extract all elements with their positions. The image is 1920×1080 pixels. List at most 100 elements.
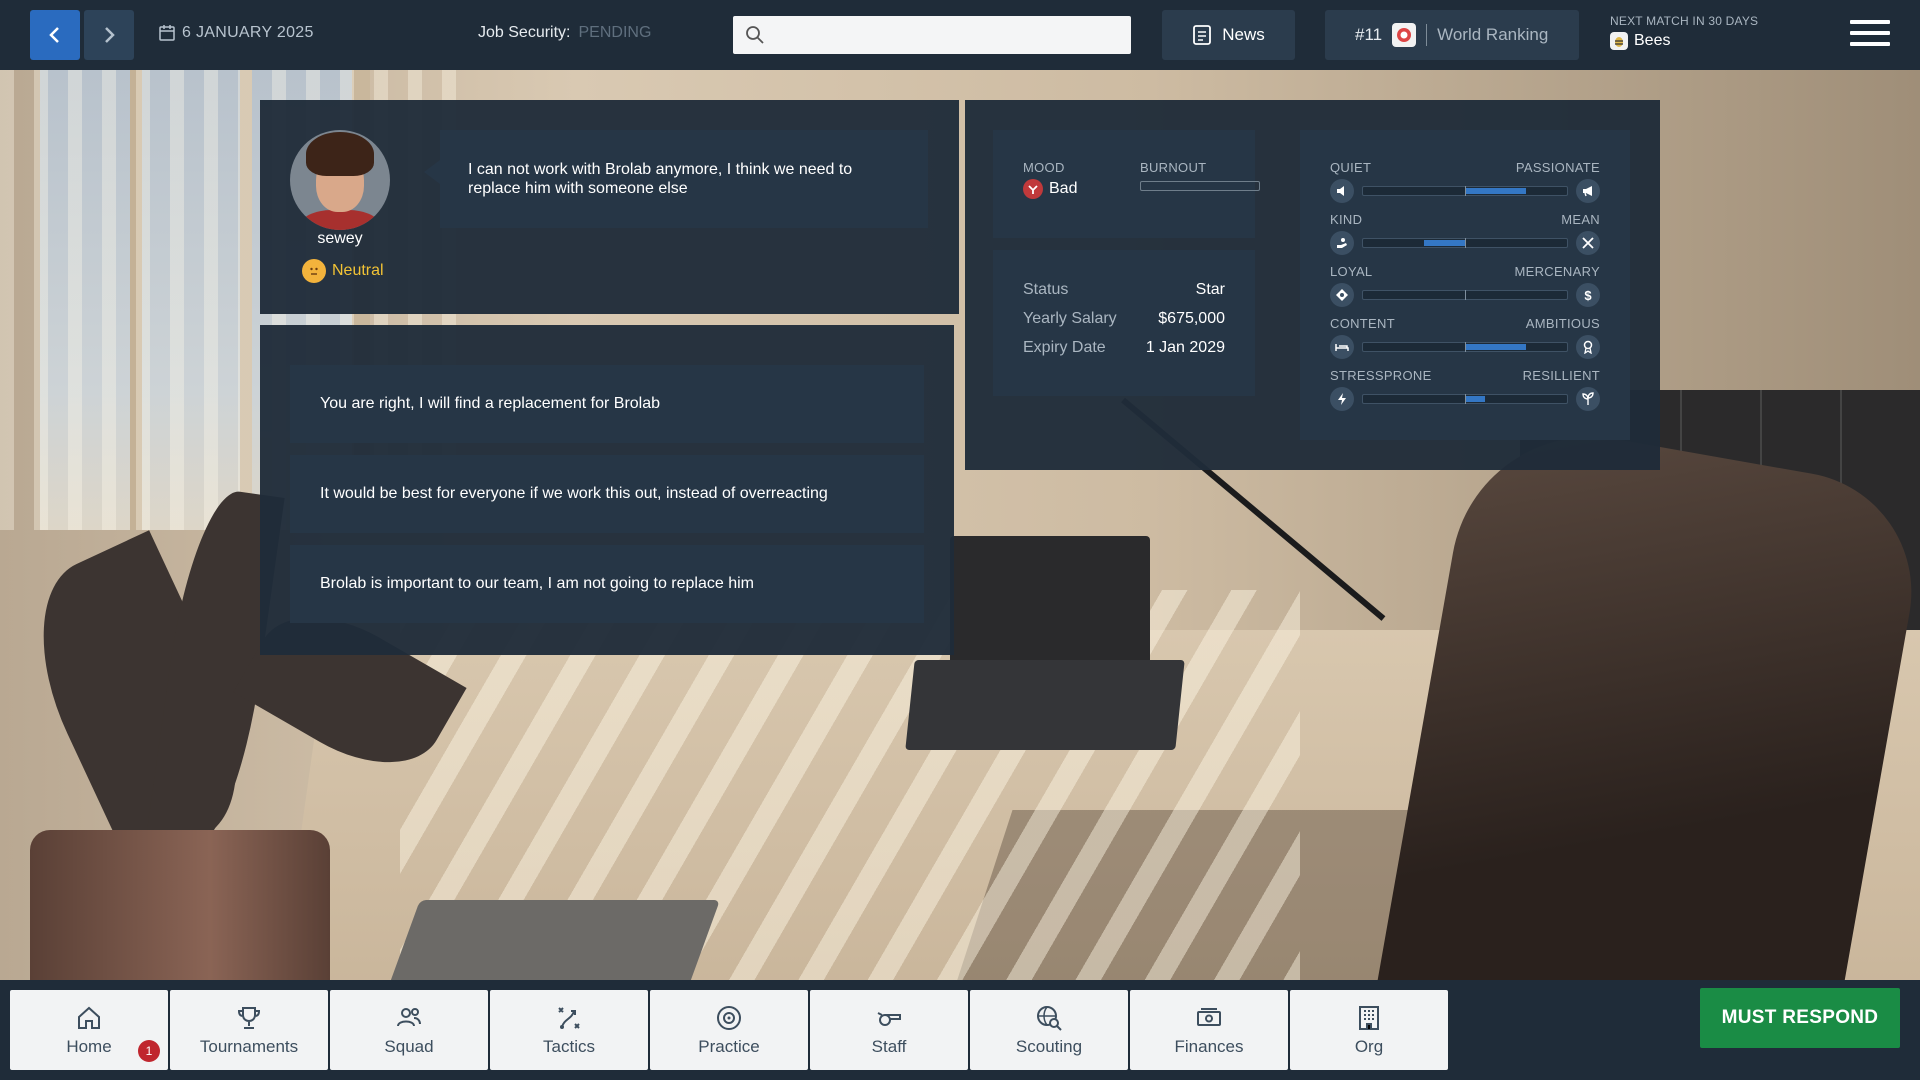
trait-left-label: LOYAL [1330,264,1373,279]
trait-left-label: CONTENT [1330,316,1395,331]
tab-label: Org [1354,1037,1384,1056]
player-name: sewey [317,230,363,247]
personality-traits-card: QUIET PASSIONATE KIND MEAN LOYAL MERCENARY … [1300,130,1630,440]
forward-button[interactable] [84,10,134,60]
next-match-label: NEXT MATCH IN 30 DAYS [1610,14,1759,28]
contract-key: Status [1023,281,1069,298]
trait-loyal-mercenary: LOYAL MERCENARY $ [1330,264,1600,316]
tab-tactics[interactable]: Tactics [490,990,648,1070]
tab-label: Scouting [1015,1037,1083,1056]
building-icon [1359,1006,1379,1030]
tab-label: Tournaments [199,1037,299,1056]
trait-right-label: MERCENARY [1514,264,1600,279]
trait-bar [1362,394,1568,404]
news-label: News [1222,25,1265,44]
users-icon [397,1008,421,1027]
next-match[interactable]: NEXT MATCH IN 30 DAYS Bees [1610,14,1758,50]
search-input[interactable] [775,26,1131,44]
rank-number: #11 [1355,25,1383,44]
bed-icon [1330,335,1354,359]
tactics-icon [558,1007,580,1029]
home-icon [78,1006,100,1029]
team-logo-icon [1392,23,1417,47]
trait-right-label: RESILLIENT [1522,368,1600,383]
tab-practice[interactable]: Practice [650,990,808,1070]
next-match-team-name: Bees [1634,32,1671,49]
player-stats-panel: MOOD Bad BURNOUT Status Star Yearly Salar… [965,100,1660,470]
tab-squad[interactable]: Squad [330,990,488,1070]
back-button[interactable] [30,10,80,60]
contract-row: Yearly Salary $675,000 [1023,310,1225,328]
trait-content-ambitious: CONTENT AMBITIOUS [1330,316,1600,368]
mood-down-icon [1023,179,1043,199]
trait-bar [1362,342,1568,352]
trait-stressprone-resilient: STRESSPRONE RESILLIENT [1330,368,1600,420]
player-mood-text: Neutral [332,262,384,279]
burnout-bar [1140,181,1260,191]
trait-kind-mean: KIND MEAN [1330,212,1600,264]
tab-finances[interactable]: Finances [1130,990,1288,1070]
burnout-block: BURNOUT [1140,160,1260,191]
document-icon [1193,25,1212,45]
response-option[interactable]: Brolab is important to our team, I am no… [290,545,924,623]
contract-value: $675,000 [1158,310,1225,327]
tab-label: Practice [698,1037,760,1056]
burnout-label: BURNOUT [1140,160,1207,175]
calendar-icon [159,25,175,41]
response-options-panel: You are right, I will find a replacement… [260,325,954,655]
trait-right-label: AMBITIOUS [1525,316,1600,331]
trait-fill [1465,188,1527,194]
tab-tournaments[interactable]: Tournaments [170,990,328,1070]
chevron-right-icon [105,27,115,43]
notification-badge: 1 [138,1040,160,1062]
trait-right-label: PASSIONATE [1515,160,1600,175]
sprout-icon [1576,387,1600,411]
trait-bar [1362,290,1568,300]
contract-key: Yearly Salary [1023,310,1117,327]
world-ranking-button[interactable]: #11 World Ranking [1325,10,1579,60]
response-option[interactable]: It would be best for everyone if we work… [290,455,924,533]
speech-bubble: I can not work with Brolab anymore, I th… [424,130,928,228]
megaphone-icon [1576,179,1600,203]
mood-value-text: Bad [1049,180,1078,197]
date-text: 6 JANUARY 2025 [182,24,314,41]
tab-scouting[interactable]: Scouting [970,990,1128,1070]
plant-pot [30,830,330,980]
tab-org[interactable]: Org [1290,990,1448,1070]
avatar [290,130,390,230]
money-icon [1197,1008,1221,1026]
top-bar: 6 JANUARY 2025 Job Security: PENDING News… [0,0,1920,70]
contract-row: Status Star [1023,281,1225,299]
response-option[interactable]: You are right, I will find a replacement… [290,365,924,443]
speaker-mute-icon [1330,179,1354,203]
trophy-icon [237,1007,261,1029]
tab-label: Tactics [543,1037,595,1056]
trait-fill [1465,396,1486,402]
hamburger-menu-icon[interactable] [1850,20,1890,50]
tab-label: Finances [1174,1037,1244,1056]
search-icon [746,26,764,44]
whistle-icon [877,1012,901,1026]
trait-fill [1424,240,1465,246]
trait-left-label: QUIET [1330,160,1372,175]
player-dialog-panel: sewey Neutral I can not work with Brolab… [260,100,959,314]
must-respond-button[interactable]: MUST RESPOND [1700,988,1900,1048]
trait-bar [1362,238,1568,248]
trait-right-label: MEAN [1561,212,1600,227]
contract-row: Expiry Date 1 Jan 2029 [1023,339,1225,357]
job-security-label: Job Security: [478,24,571,41]
player-mood: Neutral [302,259,384,283]
trait-fill [1465,344,1527,350]
search-bar[interactable] [733,16,1131,54]
trait-bar [1362,186,1568,196]
trait-left-label: KIND [1330,212,1363,227]
tab-home[interactable]: Home 1 [10,990,168,1070]
current-date: 6 JANUARY 2025 [158,24,314,42]
divider [1426,24,1428,46]
job-security-status: PENDING [578,24,652,41]
contract-value: Star [1195,281,1225,298]
target-icon [717,1006,741,1030]
tab-staff[interactable]: Staff [810,990,968,1070]
tab-label: Staff [871,1037,907,1056]
news-button[interactable]: News [1162,10,1295,60]
